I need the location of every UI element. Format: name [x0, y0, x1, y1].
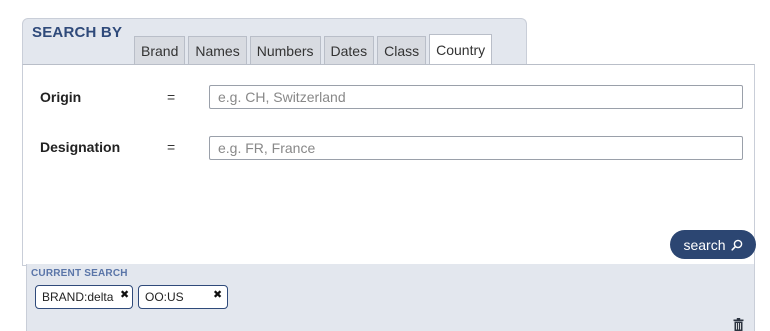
designation-operator: = — [167, 139, 176, 155]
designation-input[interactable] — [209, 136, 743, 160]
remove-chip-icon[interactable]: ✖ — [120, 288, 129, 301]
tab-class[interactable]: Class — [377, 36, 427, 64]
chip-label: BRAND:delta — [42, 290, 114, 304]
search-chip: BRAND:delta ✖ — [35, 285, 133, 309]
search-by-title: SEARCH BY — [32, 24, 123, 41]
search-form-panel: Origin = Designation = — [22, 64, 755, 266]
tab-country[interactable]: Country — [429, 34, 493, 64]
tab-dates[interactable]: Dates — [323, 36, 375, 64]
current-search-panel — [26, 264, 755, 331]
remove-chip-icon[interactable]: ✖ — [213, 288, 222, 301]
designation-label: Designation — [40, 139, 121, 155]
search-button-label: search — [683, 236, 726, 253]
tab-names[interactable]: Names — [188, 36, 247, 64]
search-chip: OO:US ✖ — [138, 285, 228, 309]
search-button[interactable]: search — [670, 230, 756, 259]
origin-label: Origin — [40, 89, 82, 105]
origin-input[interactable] — [209, 85, 743, 109]
chip-label: OO:US — [145, 290, 184, 304]
trash-icon[interactable] — [733, 318, 744, 331]
magnifier-icon — [730, 239, 742, 251]
tab-numbers[interactable]: Numbers — [249, 36, 321, 64]
current-search-title: CURRENT SEARCH — [31, 268, 128, 279]
tab-brand[interactable]: Brand — [134, 36, 186, 64]
origin-operator: = — [167, 89, 176, 105]
search-tabs: Brand Names Numbers Dates Class Country — [134, 34, 493, 64]
